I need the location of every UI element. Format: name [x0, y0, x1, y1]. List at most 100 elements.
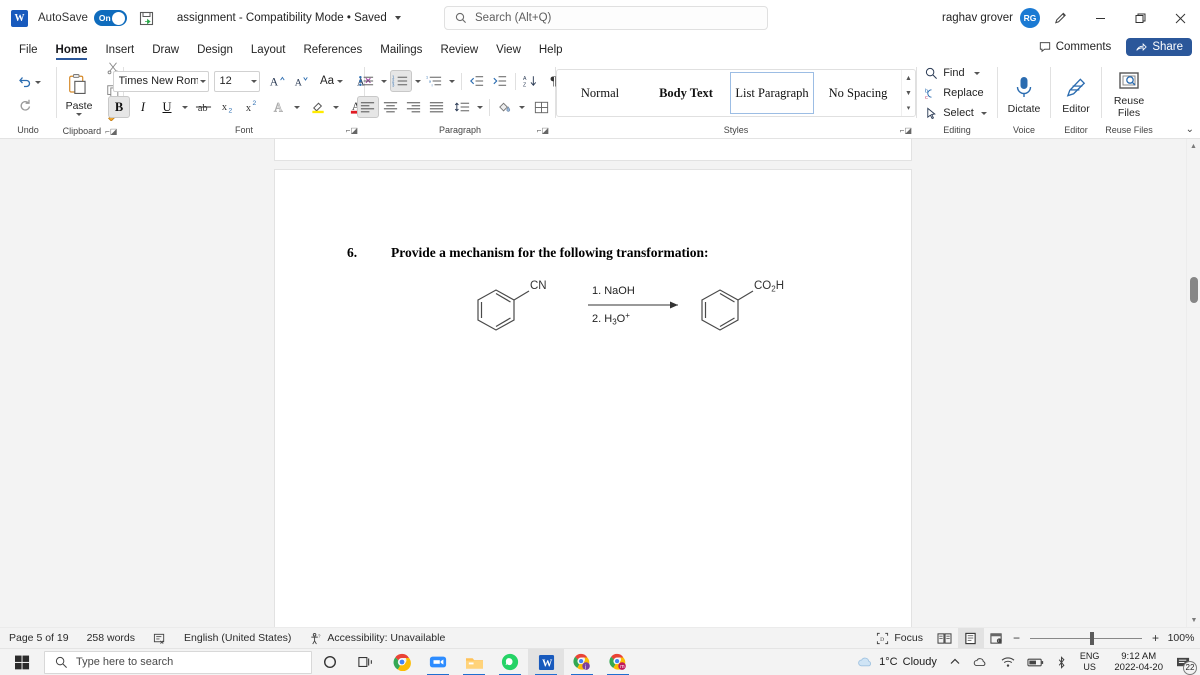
- undo-dropdown-icon[interactable]: [35, 80, 41, 84]
- tab-mailings[interactable]: Mailings: [371, 38, 431, 61]
- subscript-button[interactable]: x2: [216, 96, 238, 118]
- cortana-circle-icon[interactable]: [312, 649, 348, 675]
- shrink-font-button[interactable]: A: [290, 70, 312, 92]
- whatsapp-icon[interactable]: [492, 649, 528, 675]
- line-spacing-button[interactable]: [452, 96, 474, 118]
- clipboard-dialog-launcher[interactable]: ⌐◪: [105, 124, 117, 139]
- search-box[interactable]: Search (Alt+Q): [444, 6, 768, 30]
- editor-button[interactable]: Editor: [1052, 72, 1100, 115]
- replace-button[interactable]: bc Replace: [922, 84, 992, 103]
- underline-dropdown-icon[interactable]: [182, 105, 188, 109]
- read-mode-button[interactable]: [932, 628, 958, 648]
- bluetooth-icon[interactable]: [1050, 649, 1073, 675]
- zoom-in-button[interactable]: +: [1149, 631, 1162, 645]
- weather-widget[interactable]: 1°C Cloudy: [851, 655, 943, 669]
- chrome-profile-m-icon[interactable]: m: [600, 649, 636, 675]
- tab-references[interactable]: References: [294, 38, 371, 61]
- onedrive-icon[interactable]: [967, 649, 995, 675]
- styles-more-icon[interactable]: ▾: [902, 101, 915, 114]
- chrome-profile-j-icon[interactable]: j: [564, 649, 600, 675]
- minimize-button[interactable]: [1080, 0, 1120, 36]
- zoom-icon[interactable]: [420, 649, 456, 675]
- redo-button[interactable]: [15, 94, 35, 115]
- tab-draw[interactable]: Draw: [143, 38, 188, 61]
- scroll-up-icon[interactable]: ▲: [1187, 139, 1200, 153]
- line-spacing-dropdown-icon[interactable]: [476, 105, 483, 109]
- paste-dropdown-icon[interactable]: [76, 113, 82, 116]
- numbering-dropdown-icon[interactable]: [414, 79, 421, 83]
- grow-font-button[interactable]: A: [266, 70, 288, 92]
- share-button[interactable]: Share: [1126, 38, 1192, 56]
- word-icon[interactable]: W: [528, 648, 564, 675]
- tab-home[interactable]: Home: [47, 38, 97, 61]
- paste-button[interactable]: Paste: [57, 71, 101, 116]
- tab-file[interactable]: File: [10, 38, 47, 61]
- styles-scroll-down-icon[interactable]: ▼: [902, 87, 915, 100]
- tab-help[interactable]: Help: [530, 38, 572, 61]
- notifications-icon[interactable]: 22: [1171, 649, 1200, 675]
- text-effects-dropdown-icon[interactable]: [294, 105, 300, 109]
- scrollbar-thumb[interactable]: [1190, 277, 1198, 303]
- windows-start-icon[interactable]: [0, 649, 44, 675]
- proofing-errors-icon[interactable]: [144, 628, 175, 649]
- word-count[interactable]: 258 words: [78, 628, 144, 649]
- select-button[interactable]: Select: [922, 104, 992, 123]
- zoom-slider[interactable]: [1029, 628, 1142, 648]
- chrome-icon[interactable]: [384, 649, 420, 675]
- style-list-paragraph[interactable]: List Paragraph: [730, 72, 814, 114]
- undo-button[interactable]: [15, 72, 35, 93]
- dictate-button[interactable]: Dictate: [1000, 72, 1048, 115]
- document-title-button[interactable]: assignment - Compatibility Mode • Saved: [177, 12, 401, 24]
- avatar[interactable]: RG: [1020, 8, 1040, 28]
- text-effects-button[interactable]: A: [268, 96, 290, 118]
- highlight-color-button[interactable]: [307, 96, 329, 118]
- underline-button[interactable]: U: [156, 96, 178, 118]
- page-indicator[interactable]: Page 5 of 19: [0, 628, 78, 649]
- find-button[interactable]: Find: [922, 64, 992, 83]
- autosave-toggle[interactable]: On: [93, 10, 127, 26]
- shading-dropdown-icon[interactable]: [518, 105, 525, 109]
- clock[interactable]: 9:12 AM 2022-04-20: [1106, 651, 1171, 673]
- style-normal[interactable]: Normal: [558, 72, 642, 114]
- close-button[interactable]: [1160, 0, 1200, 36]
- language-indicator[interactable]: English (United States): [175, 628, 300, 649]
- scroll-down-icon[interactable]: ▼: [1187, 613, 1200, 627]
- zoom-level[interactable]: 100%: [1162, 632, 1200, 644]
- web-layout-button[interactable]: i: [984, 628, 1010, 648]
- focus-button[interactable]: D Focus: [867, 628, 932, 649]
- paragraph-dialog-launcher[interactable]: ⌐◪: [537, 123, 549, 138]
- style-no-spacing[interactable]: No Spacing: [816, 72, 900, 114]
- print-layout-button[interactable]: [957, 628, 984, 648]
- font-name-combo[interactable]: Times New Roman: [112, 70, 209, 92]
- highlight-dropdown-icon[interactable]: [333, 105, 339, 109]
- wifi-icon[interactable]: [995, 649, 1021, 675]
- tab-view[interactable]: View: [487, 38, 530, 61]
- bullets-button[interactable]: [356, 70, 378, 92]
- multilevel-dropdown-icon[interactable]: [448, 79, 455, 83]
- change-case-button[interactable]: Aa: [317, 70, 347, 92]
- borders-button[interactable]: [531, 96, 553, 118]
- styles-dialog-launcher[interactable]: ⌐◪: [900, 123, 912, 138]
- shading-button[interactable]: [494, 96, 516, 118]
- show-hidden-icons-icon[interactable]: [943, 649, 967, 675]
- numbering-button[interactable]: 123: [389, 70, 412, 92]
- reaction-scheme-image[interactable]: CN 1. NaOH 2. H3O+ CO2H: [470, 274, 890, 344]
- align-right-button[interactable]: [403, 96, 425, 118]
- task-view-icon[interactable]: [348, 649, 384, 675]
- font-size-combo[interactable]: 12: [213, 70, 260, 92]
- restore-button[interactable]: [1120, 0, 1160, 36]
- battery-icon[interactable]: [1021, 649, 1050, 675]
- bold-button[interactable]: B: [108, 96, 130, 118]
- multilevel-list-button[interactable]: 1ai: [424, 70, 446, 92]
- italic-button[interactable]: I: [132, 96, 154, 118]
- tab-design[interactable]: Design: [188, 38, 242, 61]
- comments-button[interactable]: Comments: [1030, 37, 1121, 57]
- decrease-indent-button[interactable]: [466, 70, 488, 92]
- bullets-dropdown-icon[interactable]: [380, 79, 387, 83]
- taskbar-search-box[interactable]: Type here to search: [44, 650, 312, 674]
- collapse-ribbon-icon[interactable]: ⌄: [1186, 124, 1194, 135]
- language-indicator-tray[interactable]: ENG US: [1073, 651, 1107, 673]
- justify-button[interactable]: [426, 96, 448, 118]
- style-body-text[interactable]: Body Text: [644, 72, 728, 114]
- document-page-current[interactable]: 6. Provide a mechanism for the following…: [274, 169, 912, 627]
